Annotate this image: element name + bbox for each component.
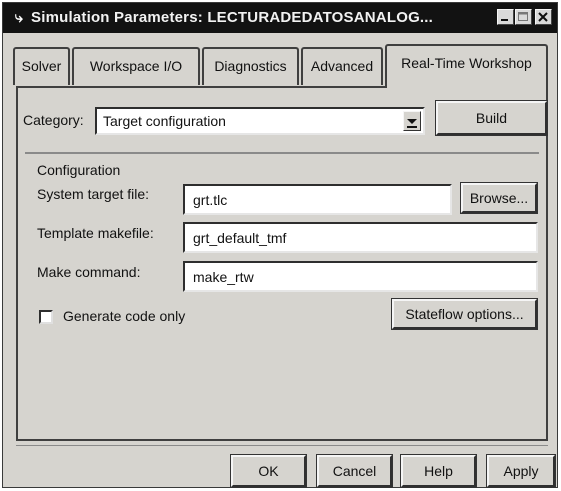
tab-workspace-io[interactable]: Workspace I/O bbox=[72, 47, 200, 85]
make-command-field[interactable]: make_rtw bbox=[183, 261, 538, 292]
cancel-button[interactable]: Cancel bbox=[316, 454, 393, 488]
build-button[interactable]: Build bbox=[435, 100, 548, 136]
tab-diagnostics[interactable]: Diagnostics bbox=[202, 47, 299, 85]
maximize-icon bbox=[518, 12, 528, 21]
tab-real-time-workshop[interactable]: Real-Time Workshop bbox=[385, 44, 548, 88]
tab-advanced[interactable]: Advanced bbox=[301, 47, 383, 85]
category-value: Target configuration bbox=[103, 113, 226, 129]
ok-button[interactable]: OK bbox=[230, 454, 307, 488]
footer-divider bbox=[16, 445, 548, 446]
category-label: Category: bbox=[23, 112, 84, 128]
chevron-down-icon bbox=[407, 119, 417, 128]
stateflow-options-button[interactable]: Stateflow options... bbox=[391, 298, 538, 330]
simulink-icon: ⤷ bbox=[14, 9, 24, 26]
window-title: Simulation Parameters: LECTURADEDATOSANA… bbox=[31, 9, 434, 26]
configuration-heading: Configuration bbox=[37, 162, 121, 178]
title-bar[interactable]: ⤷ Simulation Parameters: LECTURADEDATOSA… bbox=[3, 3, 557, 33]
template-makefile-field[interactable]: grt_default_tmf bbox=[183, 222, 538, 253]
browse-button[interactable]: Browse... bbox=[460, 182, 538, 214]
help-button[interactable]: Help bbox=[400, 454, 477, 488]
close-icon bbox=[538, 12, 548, 22]
apply-button[interactable]: Apply bbox=[486, 454, 556, 488]
maximize-button[interactable] bbox=[515, 9, 532, 25]
template-makefile-label: Template makefile: bbox=[37, 225, 154, 241]
dropdown-arrow-button[interactable] bbox=[403, 111, 421, 131]
generate-code-only-label: Generate code only bbox=[63, 308, 186, 324]
system-target-field[interactable]: grt.tlc bbox=[183, 184, 452, 215]
minimize-button[interactable] bbox=[497, 9, 514, 25]
category-select[interactable]: Target configuration bbox=[95, 107, 425, 135]
generate-code-only-checkbox[interactable] bbox=[39, 310, 53, 324]
simulation-parameters-dialog: ⤷ Simulation Parameters: LECTURADEDATOSA… bbox=[2, 2, 558, 488]
close-button[interactable] bbox=[535, 9, 552, 25]
system-target-label: System target file: bbox=[37, 186, 150, 202]
tab-solver[interactable]: Solver bbox=[13, 47, 70, 85]
make-command-label: Make command: bbox=[37, 264, 141, 280]
minimize-icon bbox=[501, 19, 508, 21]
